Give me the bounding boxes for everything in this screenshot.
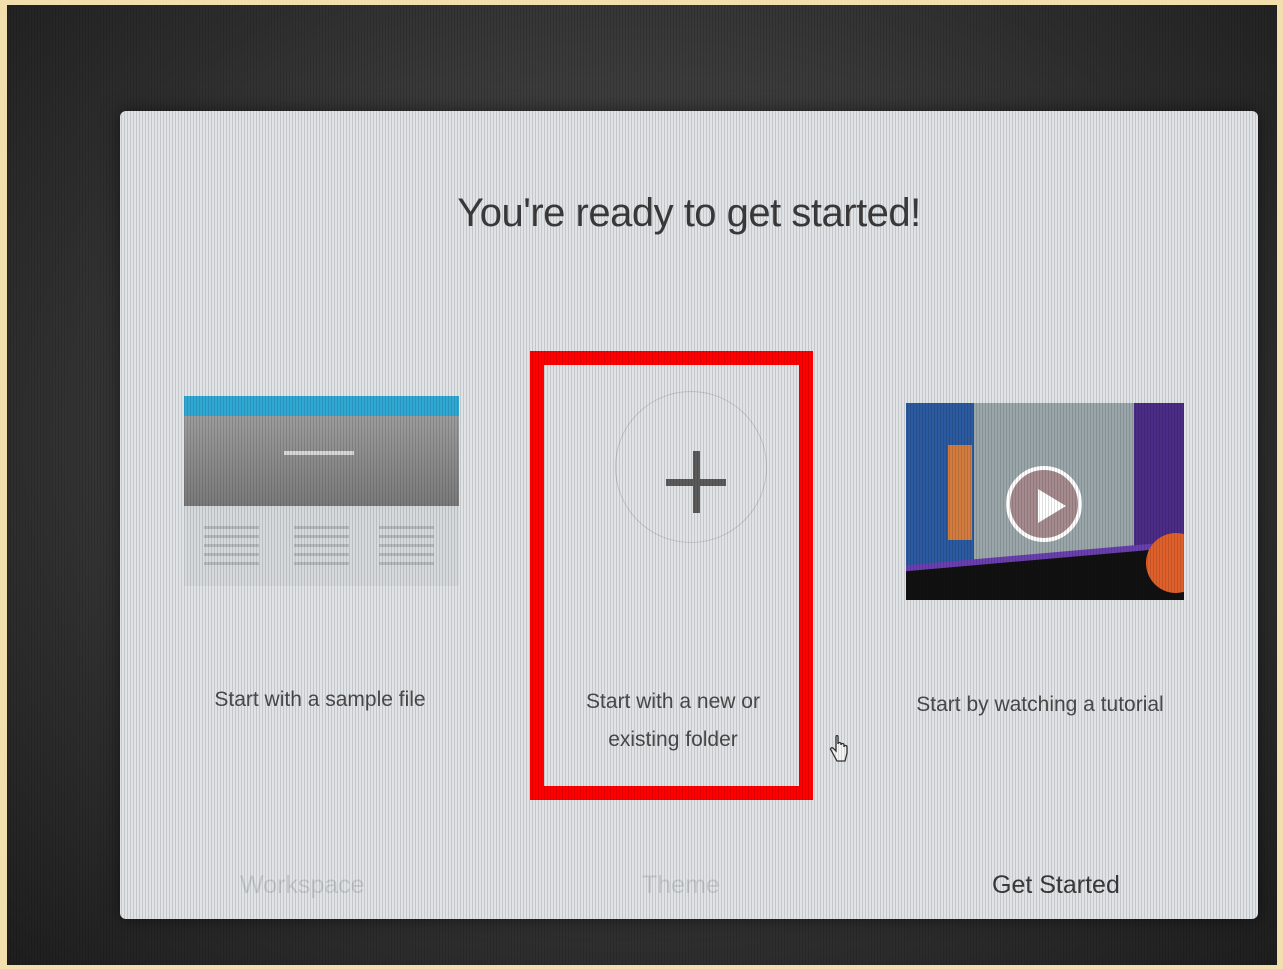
thumbnail-text-column xyxy=(379,526,434,566)
red-highlight-box xyxy=(530,351,813,800)
video-scene-pillar xyxy=(948,445,972,540)
play-icon[interactable] xyxy=(1006,466,1082,542)
thumbnail-hero-text xyxy=(284,451,354,455)
welcome-dialog: You're ready to get started! Start with … xyxy=(120,111,1258,919)
option-watch-tutorial[interactable]: Start by watching a tutorial xyxy=(890,351,1190,791)
thumbnail-text-column xyxy=(204,526,259,566)
monitor-screen: You're ready to get started! Start with … xyxy=(7,5,1277,965)
option-label: Start with a sample file xyxy=(214,688,426,711)
setup-steps: Workspace Theme Get Started xyxy=(120,871,1258,907)
step-workspace[interactable]: Workspace xyxy=(240,871,365,900)
step-theme[interactable]: Theme xyxy=(642,871,720,900)
thumbnail-text-column xyxy=(294,526,349,566)
dialog-title: You're ready to get started! xyxy=(457,191,921,235)
option-label: Start by watching a tutorial xyxy=(916,693,1164,716)
thumbnail-header-bar xyxy=(184,396,459,416)
thumbnail-hero xyxy=(184,416,459,506)
sample-file-thumbnail xyxy=(184,396,459,586)
hand-cursor-icon xyxy=(829,735,848,762)
tutorial-video-thumbnail[interactable] xyxy=(906,403,1184,600)
option-sample-file[interactable]: Start with a sample file xyxy=(170,351,470,791)
step-get-started[interactable]: Get Started xyxy=(992,871,1120,900)
